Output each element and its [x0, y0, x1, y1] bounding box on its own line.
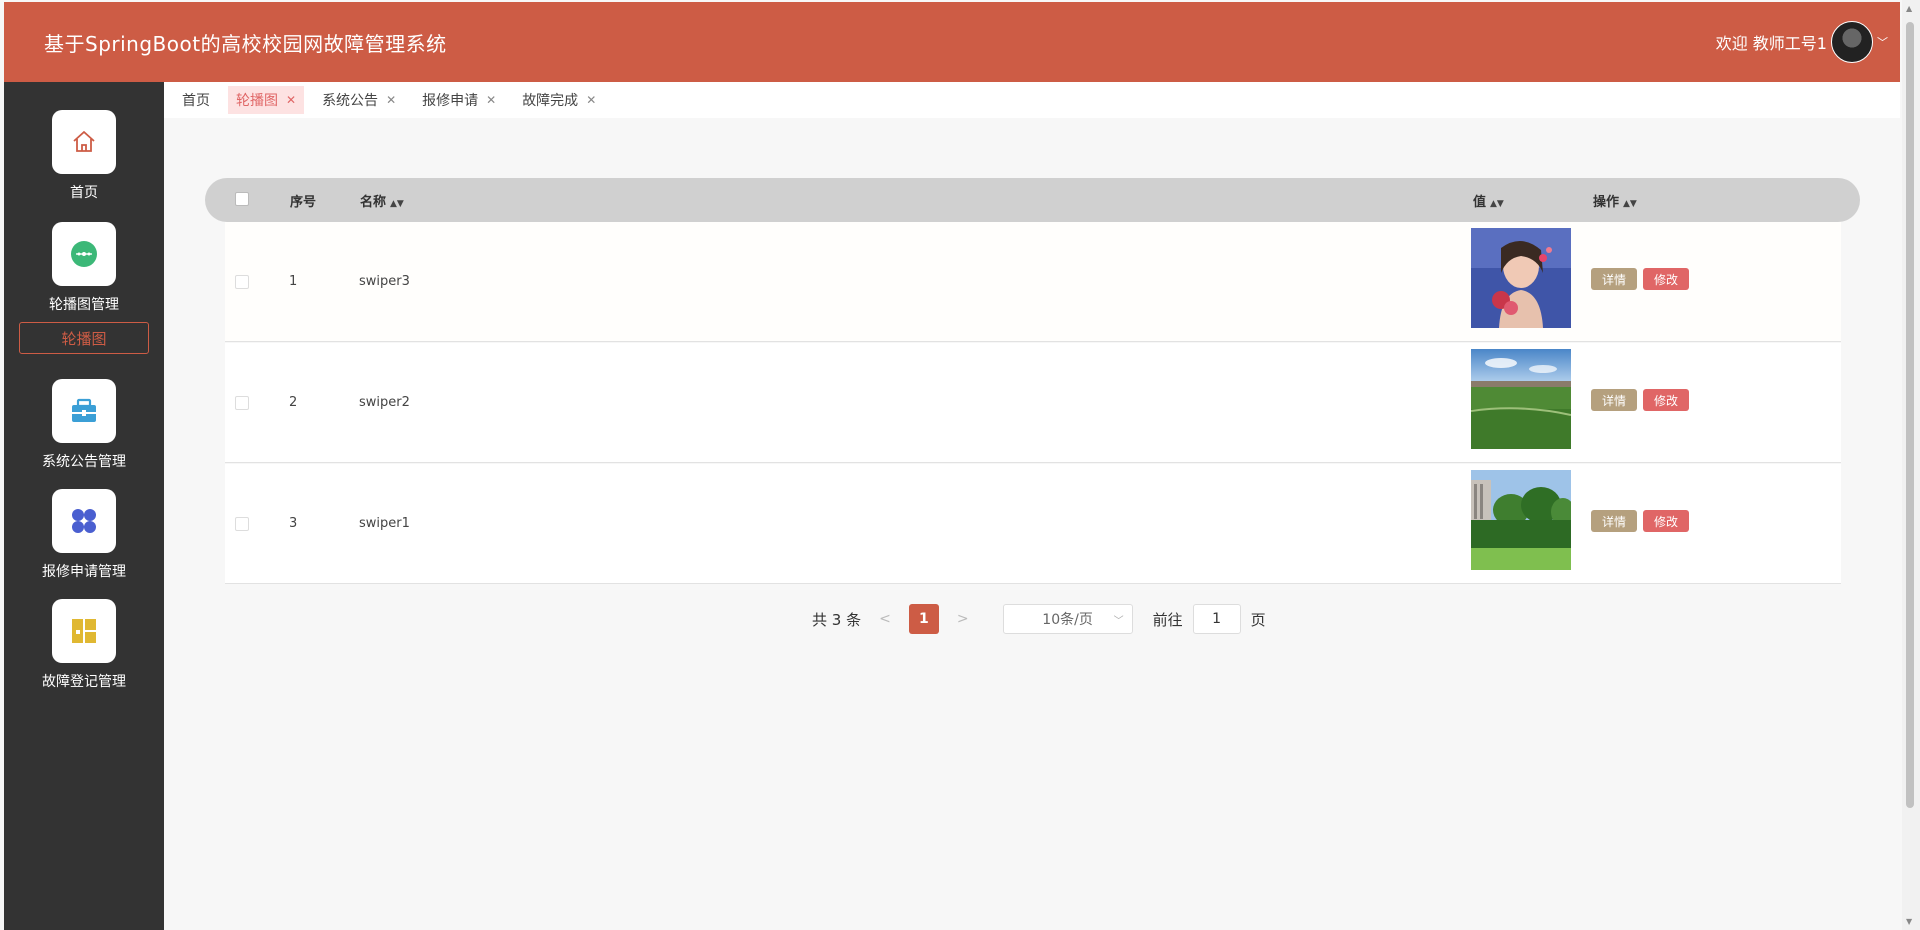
- swiper-thumbnail[interactable]: [1471, 349, 1571, 449]
- swiper-thumbnail[interactable]: [1471, 228, 1571, 328]
- row-index: 3: [289, 516, 298, 531]
- sidebar-item-home[interactable]: 首页: [4, 110, 164, 202]
- row-name: swiper3: [359, 274, 410, 289]
- page-size-select[interactable]: 10条/页 ﹀: [1002, 604, 1133, 634]
- tab-bar: 首页 轮播图 ✕ 系统公告 ✕ 报修申请 ✕ 故障完成 ✕: [164, 82, 1900, 118]
- sidebar-item-repair-request[interactable]: 报修申请管理: [4, 489, 164, 581]
- app-title: 基于SpringBoot的高校校园网故障管理系统: [44, 31, 447, 56]
- notice-tile[interactable]: [52, 379, 116, 443]
- close-icon[interactable]: ✕: [286, 93, 296, 107]
- detail-button[interactable]: 详情: [1591, 268, 1637, 290]
- sidebar: 首页 轮播图管理 轮播图 系统公告管理 报修申请管理 故障登记管理: [4, 82, 164, 930]
- swiper-thumbnail[interactable]: [1471, 470, 1571, 570]
- row-checkbox[interactable]: [235, 275, 249, 289]
- row-index: 1: [289, 274, 298, 289]
- chevron-down-icon[interactable]: ﹀: [1877, 34, 1888, 50]
- row-index: 2: [289, 395, 298, 410]
- scroll-down-icon[interactable]: ▼: [1906, 917, 1912, 926]
- sidebar-item-fault-registration[interactable]: 故障登记管理: [4, 599, 164, 691]
- table-row[interactable]: 1 swiper3 详情 修改: [225, 222, 1841, 342]
- scroll-up-icon[interactable]: ▲: [1906, 4, 1912, 13]
- home-icon: [73, 131, 95, 152]
- edit-button[interactable]: 修改: [1643, 268, 1689, 290]
- sidebar-item-label: 系统公告管理: [42, 454, 126, 470]
- tab-label: 轮播图: [236, 93, 278, 109]
- edit-button[interactable]: 修改: [1643, 510, 1689, 532]
- welcome-text: 欢迎 教师工号1: [1715, 34, 1827, 53]
- close-icon[interactable]: ✕: [586, 93, 596, 107]
- prev-page-button[interactable]: <: [879, 611, 891, 627]
- table-row[interactable]: 2 swiper2 详情 修改: [225, 343, 1841, 463]
- sidebar-item-carousel[interactable]: 轮播图管理: [4, 222, 164, 314]
- top-header: 基于SpringBoot的高校校园网故障管理系统 欢迎 教师工号1 ﹀: [4, 2, 1900, 82]
- tab-label: 报修申请: [422, 93, 479, 109]
- page-number-current[interactable]: 1: [908, 604, 939, 634]
- tab-label: 首页: [182, 93, 210, 109]
- sort-icon[interactable]: ▲▼: [1490, 199, 1504, 209]
- next-page-button[interactable]: >: [957, 611, 969, 627]
- close-icon[interactable]: ✕: [386, 93, 396, 107]
- home-tile[interactable]: [52, 110, 116, 174]
- sort-icon[interactable]: ▲▼: [1623, 199, 1637, 209]
- column-header-actions[interactable]: 操作 ▲▼: [1593, 191, 1637, 210]
- select-all-checkbox[interactable]: [235, 192, 249, 206]
- column-header-label: 名称: [360, 195, 387, 210]
- detail-button[interactable]: 详情: [1591, 510, 1637, 532]
- sidebar-item-label: 首页: [70, 185, 98, 201]
- sidebar-item-notice[interactable]: 系统公告管理: [4, 379, 164, 471]
- dashboard-icon: [72, 619, 96, 643]
- row-checkbox[interactable]: [235, 517, 249, 531]
- edit-button[interactable]: 修改: [1643, 389, 1689, 411]
- grid-icon: [72, 509, 96, 533]
- total-count: 共 3 条: [812, 610, 862, 629]
- pagination: 共 3 条 < 1 > 10条/页 ﹀ 前往 页: [812, 604, 1266, 634]
- avatar[interactable]: [1831, 21, 1873, 63]
- chevron-down-icon: ﹀: [1113, 615, 1124, 627]
- table-row[interactable]: 3 swiper1 详情 修改: [225, 464, 1841, 584]
- page-size-value: 10条/页: [1042, 612, 1093, 628]
- repair-tile[interactable]: [52, 489, 116, 553]
- tab-repair-request[interactable]: 报修申请 ✕: [414, 86, 504, 114]
- column-header-name[interactable]: 名称 ▲▼: [360, 191, 404, 210]
- submenu-item-carousel[interactable]: 轮播图: [19, 322, 149, 354]
- column-header-label: 值: [1473, 195, 1487, 210]
- column-header-value[interactable]: 值 ▲▼: [1473, 191, 1504, 210]
- tab-notice[interactable]: 系统公告 ✕: [314, 86, 404, 114]
- sidebar-item-label: 轮播图管理: [49, 297, 119, 313]
- sort-icon[interactable]: ▲▼: [390, 199, 404, 209]
- sidebar-item-label: 故障登记管理: [42, 674, 126, 690]
- row-name: swiper1: [359, 516, 410, 531]
- tab-fault-complete[interactable]: 故障完成 ✕: [514, 86, 604, 114]
- tab-home[interactable]: 首页: [174, 86, 218, 114]
- tab-label: 故障完成: [522, 93, 579, 109]
- goto-label: 前往: [1152, 610, 1183, 629]
- row-checkbox[interactable]: [235, 396, 249, 410]
- carousel-icon: [71, 241, 97, 267]
- detail-button[interactable]: 详情: [1591, 389, 1637, 411]
- fault-tile[interactable]: [52, 599, 116, 663]
- table-header: 序号 名称 ▲▼ 值 ▲▼ 操作 ▲▼: [205, 178, 1860, 222]
- goto-page-input[interactable]: [1192, 604, 1241, 634]
- close-icon[interactable]: ✕: [486, 93, 496, 107]
- carousel-tile[interactable]: [52, 222, 116, 286]
- scrollbar-thumb[interactable]: [1906, 22, 1914, 808]
- column-header-label: 序号: [290, 195, 317, 210]
- tab-label: 系统公告: [322, 93, 379, 109]
- row-name: swiper2: [359, 395, 410, 410]
- briefcase-icon: [72, 398, 96, 422]
- column-header-label: 操作: [1593, 195, 1620, 210]
- sidebar-item-label: 报修申请管理: [42, 564, 126, 580]
- page-suffix: 页: [1250, 610, 1266, 629]
- user-menu[interactable]: 欢迎 教师工号1 ﹀: [1716, 21, 1888, 63]
- scrollbar[interactable]: ▲ ▼: [1902, 0, 1920, 930]
- tab-carousel[interactable]: 轮播图 ✕: [228, 86, 305, 114]
- column-header-index: 序号: [290, 191, 316, 210]
